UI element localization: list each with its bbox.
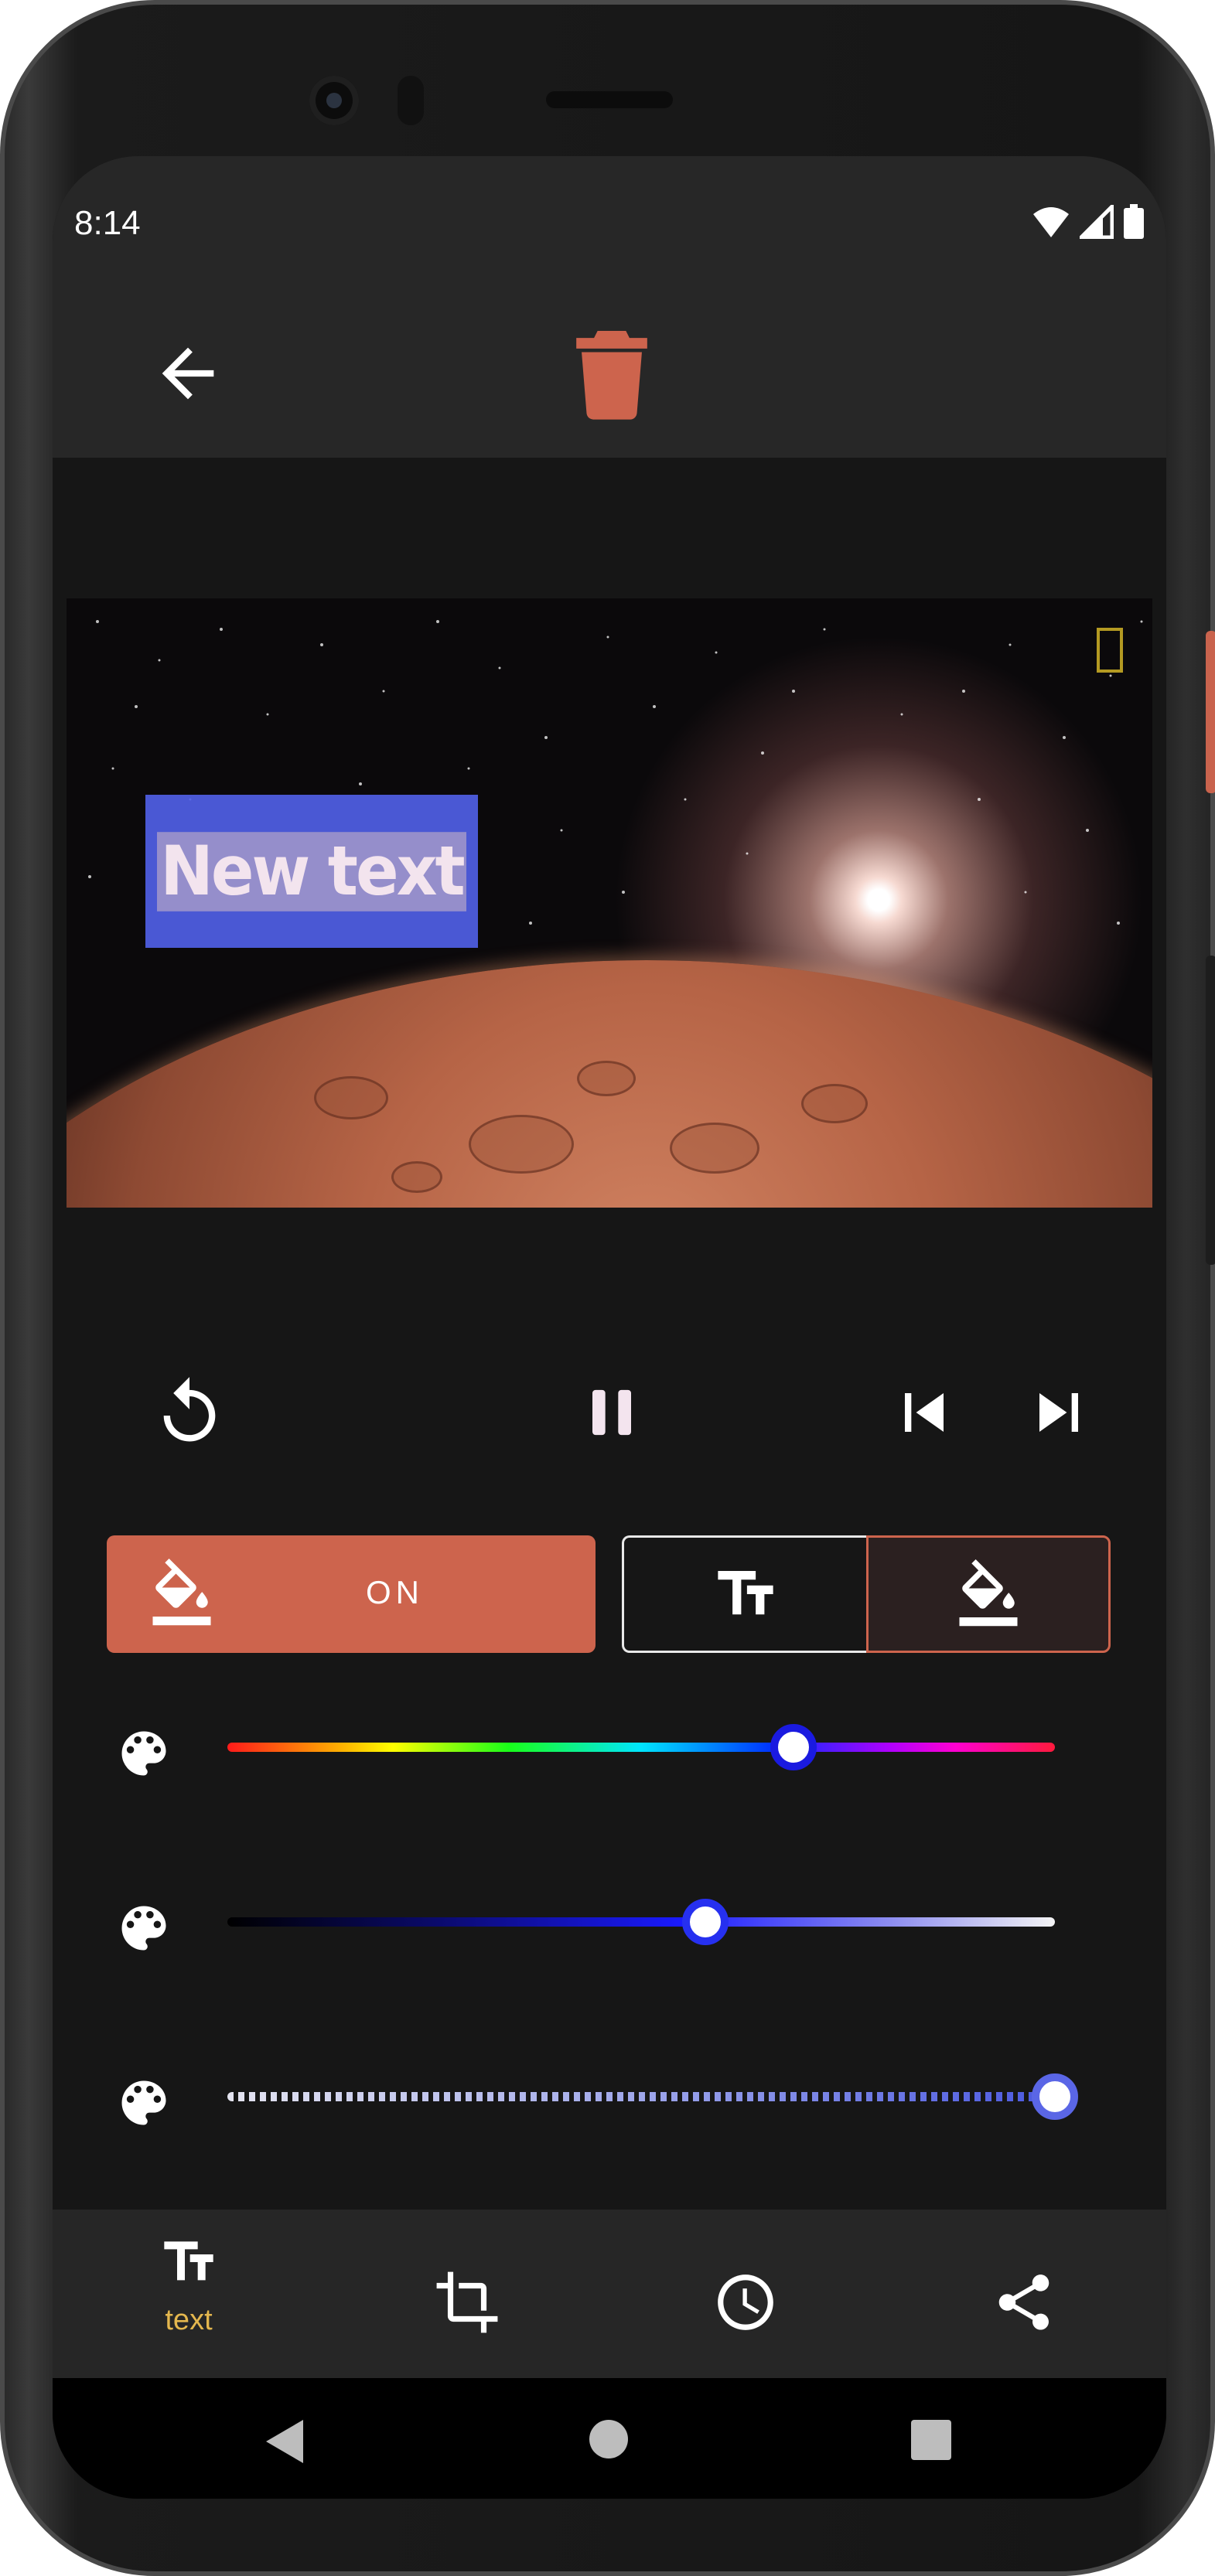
segment-text-size[interactable] — [622, 1535, 866, 1653]
pause-button[interactable] — [569, 1370, 654, 1455]
nav-item-share[interactable] — [962, 2240, 1086, 2364]
fill-toggle-label: ON — [366, 1574, 424, 1610]
crop-icon — [436, 2271, 498, 2333]
opacity-slider-row — [53, 2052, 1166, 2145]
crater — [314, 1076, 388, 1119]
phone-frame: 8:14 New text ON text — [0, 0, 1215, 2576]
nav-item-time[interactable] — [684, 2240, 807, 2364]
palette-icon — [121, 2080, 166, 2125]
crater — [391, 1161, 442, 1193]
brightness-slider-row — [53, 1877, 1166, 1970]
palette-icon — [121, 1731, 166, 1776]
delete-button[interactable] — [569, 331, 654, 420]
format-color-fill-icon — [959, 1559, 1018, 1627]
skip-previous-button[interactable] — [882, 1370, 967, 1455]
status-icons — [1032, 204, 1145, 240]
format-color-fill-icon — [152, 1559, 211, 1626]
screen: 8:14 New text ON text — [53, 156, 1166, 2499]
skip-previous-icon — [905, 1393, 944, 1432]
back-triangle-icon[interactable] — [266, 2420, 303, 2463]
system-navigation-bar — [53, 2378, 1166, 2499]
crater — [577, 1061, 636, 1096]
recents-square-icon[interactable] — [911, 2420, 951, 2460]
overlay-text: New text — [157, 831, 466, 911]
crater — [801, 1084, 868, 1123]
volume-button — [1206, 956, 1215, 1265]
fill-toggle-button[interactable]: ON — [107, 1535, 596, 1653]
battery-icon — [1124, 204, 1144, 239]
home-circle-icon[interactable] — [589, 2420, 628, 2458]
brightness-slider-thumb[interactable] — [682, 1899, 729, 1945]
hue-slider-track[interactable] — [227, 1743, 1055, 1752]
opacity-slider-thumb[interactable] — [1032, 2073, 1078, 2120]
arrow-back-icon — [162, 347, 214, 400]
opacity-slider-track[interactable] — [227, 2092, 1055, 2101]
segment-fill-color[interactable] — [866, 1535, 1111, 1653]
brightness-slider-track[interactable] — [227, 1917, 1055, 1927]
earpiece-speaker — [546, 91, 673, 108]
text-size-icon — [717, 1571, 773, 1615]
text-size-icon — [164, 2241, 213, 2281]
status-time: 8:14 — [74, 204, 141, 242]
bottom-navigation: text — [53, 2210, 1166, 2378]
crater — [670, 1123, 759, 1174]
front-camera — [309, 76, 359, 125]
text-overlay[interactable]: New text — [145, 795, 478, 948]
palette-icon — [121, 1906, 166, 1951]
status-bar: 8:14 — [53, 156, 1166, 292]
hue-slider-thumb[interactable] — [770, 1724, 817, 1770]
skip-next-button[interactable] — [1016, 1370, 1101, 1455]
clock-icon — [718, 2274, 773, 2330]
nav-item-text-label: text — [165, 2304, 213, 2336]
share-icon — [998, 2274, 1049, 2330]
signal-icon — [1080, 205, 1114, 239]
app-bar — [53, 292, 1166, 458]
hue-slider-row — [53, 1702, 1166, 1795]
video-preview[interactable]: New text — [67, 598, 1152, 1208]
replay-button[interactable] — [147, 1370, 232, 1455]
nav-item-crop[interactable] — [405, 2240, 529, 2364]
replay-icon — [163, 1377, 216, 1442]
trash-icon — [576, 331, 647, 420]
power-button — [1206, 631, 1215, 793]
back-button[interactable] — [145, 331, 230, 416]
nav-item-text[interactable]: text — [127, 2231, 251, 2363]
crater — [469, 1115, 574, 1174]
wifi-icon — [1033, 207, 1069, 237]
video-corner-marker — [1097, 628, 1123, 673]
playback-controls — [53, 1370, 1166, 1486]
proximity-sensor — [398, 76, 424, 125]
pause-icon — [592, 1389, 631, 1436]
skip-next-icon — [1039, 1393, 1078, 1432]
